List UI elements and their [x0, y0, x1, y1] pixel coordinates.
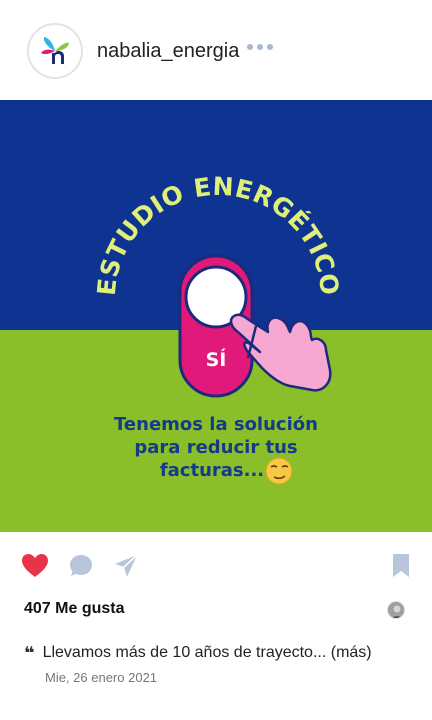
quote-icon: ❝ [24, 643, 35, 663]
bookmark-icon[interactable] [385, 548, 417, 584]
username[interactable]: nabalia_energia [97, 40, 239, 63]
switch-label: SÍ [206, 348, 227, 371]
liker-avatar[interactable] [387, 601, 405, 619]
profile-avatar[interactable] [27, 23, 83, 79]
likes-count[interactable]: 407 Me gusta [24, 600, 124, 618]
more-dots-icon[interactable] [247, 44, 273, 50]
body-text-line-3: facturas... [160, 460, 264, 481]
caption[interactable]: ❝ Llevamos más de 10 años de trayecto...… [24, 644, 372, 662]
send-icon[interactable] [110, 548, 142, 584]
smirk-emoji-icon [265, 457, 293, 485]
nabalia-logo-icon [41, 37, 69, 64]
comment-icon[interactable] [65, 548, 97, 584]
post-image[interactable]: ¿ESTUDIO ENERGÉTICO? SÍ Tenemos la soluc… [0, 100, 432, 532]
post-graphic: ¿ESTUDIO ENERGÉTICO? SÍ Tenemos la soluc… [0, 100, 432, 532]
heart-icon[interactable] [19, 548, 51, 584]
body-text-line-2: para reducir tus [134, 437, 297, 458]
post-header: nabalia_energia [0, 0, 432, 100]
caption-text: Llevamos más de 10 años de trayecto... (… [42, 644, 372, 661]
post-date: Mie, 26 enero 2021 [45, 670, 158, 685]
body-text-line-1: Tenemos la solución [114, 414, 318, 435]
post-actions [0, 548, 432, 588]
